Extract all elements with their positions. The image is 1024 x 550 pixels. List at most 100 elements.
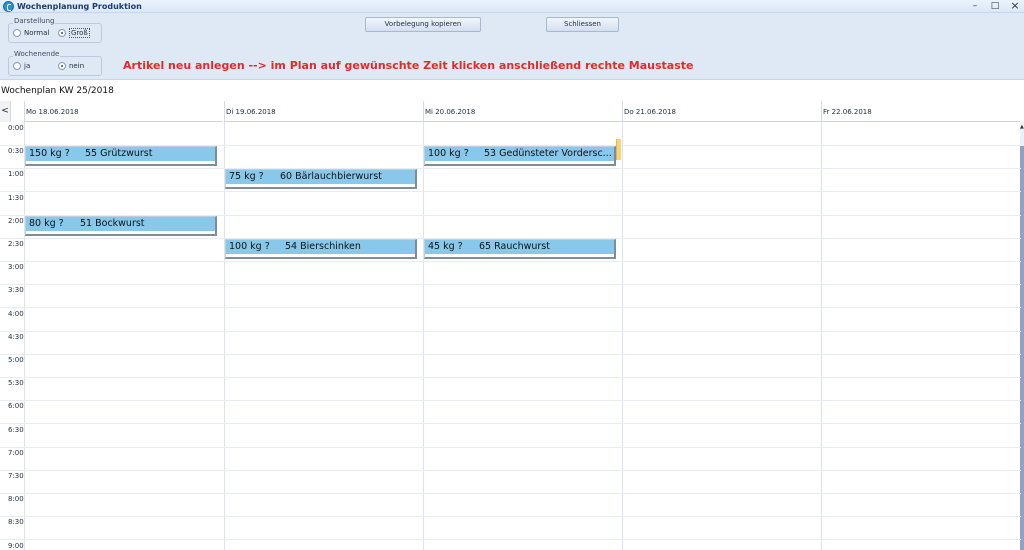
time-slot-line <box>0 330 1021 332</box>
day-column-divider <box>821 122 822 550</box>
time-label: 0:00 <box>8 124 24 132</box>
radio-ja[interactable]: ja <box>13 61 30 71</box>
day-header-label: Do 21.06.2018 <box>624 108 676 116</box>
day-column-divider <box>622 122 623 550</box>
time-slot-line <box>0 516 1021 518</box>
radio-gross-label: Groß <box>69 28 90 38</box>
vorbelegung-kopieren-button[interactable]: Vorbelegung kopieren <box>365 17 481 32</box>
time-slot-line <box>0 423 1021 425</box>
title-bar: Wochenplanung Produktion – □ × <box>0 0 1024 13</box>
time-label: 3:30 <box>8 286 24 295</box>
day-header-label: Mo 18.06.2018 <box>26 108 79 116</box>
radio-normal[interactable]: Normal <box>13 28 49 38</box>
time-label: 2:30 <box>8 240 24 248</box>
wochenende-group: Wochenende ja nein <box>8 50 102 76</box>
time-label: 3:00 <box>8 263 24 272</box>
wochenende-legend: Wochenende <box>13 50 61 58</box>
day-header: Fr 22.06.2018 <box>821 101 1020 122</box>
event-quantity: 100 kg ? <box>428 148 469 160</box>
day-header: Mo 18.06.2018 <box>24 101 223 122</box>
production-event[interactable]: 100 kg ? 54 Bierschinken <box>225 239 417 259</box>
time-label: 4:00 <box>8 309 24 318</box>
instruction-hint: Artikel neu anlegen --> im Plan auf gewü… <box>123 59 694 72</box>
day-header-label: Di 19.06.2018 <box>226 108 276 116</box>
plan-title: Wochenplan KW 25/2018 <box>1 86 114 96</box>
day-column-divider <box>24 122 25 550</box>
production-event[interactable]: 150 kg ? 55 Grützwurst <box>25 146 217 167</box>
radio-nein-label: nein <box>69 62 85 70</box>
day-header: Mi 20.06.2018 <box>423 101 622 122</box>
time-label: 6:00 <box>8 402 24 411</box>
event-article-name: 60 Bärlauchbierwurst <box>280 171 382 183</box>
time-column: 0:00 0:30 1:00 1:30 2:00 2:30 3:00 3:30 4:00 4:30… <box>0 122 24 550</box>
radio-normal-icon[interactable] <box>13 29 21 37</box>
production-event[interactable]: 100 kg ? 53 Gedünsteter Vordersc... <box>424 146 616 167</box>
prev-week-button[interactable]: < <box>0 101 11 122</box>
event-quantity: 80 kg ? <box>29 217 64 229</box>
radio-gross[interactable]: Groß <box>58 28 90 38</box>
event-quantity: 45 kg ? <box>428 241 463 252</box>
time-slot-line <box>0 284 1021 286</box>
time-slot-line <box>0 539 1021 541</box>
close-window-button[interactable]: × <box>1009 0 1021 12</box>
production-event[interactable]: 75 kg ? 60 Bärlauchbierwurst <box>225 169 417 190</box>
minimize-button[interactable]: – <box>969 0 981 12</box>
time-slot-line <box>0 469 1021 471</box>
time-label: 1:30 <box>8 193 24 202</box>
radio-gross-icon[interactable] <box>58 29 66 37</box>
time-slot-line <box>0 353 1021 355</box>
time-slot-line <box>0 307 1021 309</box>
production-event[interactable]: 45 kg ? 65 Rauchwurst <box>424 239 616 259</box>
toolbar-panel: Darstellung Normal Groß Wochenende ja ne… <box>0 13 1024 80</box>
time-label: 1:00 <box>8 170 24 179</box>
production-event[interactable]: 80 kg ? 51 Bockwurst <box>25 215 217 236</box>
radio-ja-label: ja <box>24 62 31 70</box>
event-article-name: 54 Bierschinken <box>285 241 361 252</box>
schliessen-button[interactable]: Schliessen <box>546 17 619 32</box>
time-slot-line <box>0 261 1021 262</box>
app-window: Wochenplanung Produktion – □ × Darstellu… <box>0 0 1024 550</box>
radio-nein[interactable]: nein <box>58 61 84 71</box>
app-logo-icon <box>3 1 14 12</box>
time-label: 0:30 <box>8 147 24 156</box>
time-label: 9:00 <box>8 541 24 550</box>
radio-normal-label: Normal <box>24 29 50 37</box>
darstellung-group: Darstellung Normal Groß <box>8 17 102 43</box>
day-header-label: Fr 22.06.2018 <box>823 108 872 116</box>
time-slot-line <box>0 168 1021 170</box>
event-article-name: 53 Gedünsteter Vordersc... <box>484 148 612 160</box>
radio-ja-icon[interactable] <box>13 62 21 70</box>
scroll-up-icon[interactable]: ▲ <box>1020 124 1024 130</box>
week-calendar: < 0:00 0:30 1:00 1:30 2:00 2:30 3:00 3:30 4:00 4:… <box>0 101 1024 550</box>
event-article-name: 65 Rauchwurst <box>479 241 550 252</box>
time-label: 8:30 <box>8 518 24 527</box>
event-quantity: 75 kg ? <box>229 171 264 183</box>
time-slot-line <box>0 191 1021 193</box>
time-slot-line <box>0 493 1021 494</box>
time-label: 4:30 <box>8 332 24 341</box>
time-label: 5:30 <box>8 379 24 388</box>
scrollbar-thumb[interactable] <box>1020 146 1024 550</box>
time-label: 2:00 <box>8 216 24 225</box>
time-label: 6:30 <box>8 425 24 434</box>
event-quantity: 100 kg ? <box>229 241 270 252</box>
time-label: 8:00 <box>8 495 24 504</box>
darstellung-legend: Darstellung <box>13 17 56 25</box>
time-label: 5:00 <box>8 356 24 364</box>
event-article-name: 51 Bockwurst <box>80 217 145 229</box>
time-label: 7:00 <box>8 448 24 457</box>
time-slot-line <box>0 446 1021 448</box>
time-slot-line <box>0 377 1021 378</box>
selection-marker <box>616 139 621 160</box>
day-header: Do 21.06.2018 <box>622 101 821 122</box>
day-header: Di 19.06.2018 <box>224 101 423 122</box>
time-slot-line <box>0 400 1021 402</box>
day-column-divider <box>423 122 424 550</box>
event-quantity: 150 kg ? <box>29 148 70 160</box>
maximize-button[interactable]: □ <box>989 0 1001 12</box>
radio-nein-icon[interactable] <box>58 62 66 70</box>
day-header-label: Mi 20.06.2018 <box>425 108 476 116</box>
event-article-name: 55 Grützwurst <box>85 148 153 160</box>
vertical-scrollbar[interactable]: ▲ <box>1020 122 1024 550</box>
time-label: 7:30 <box>8 472 24 480</box>
